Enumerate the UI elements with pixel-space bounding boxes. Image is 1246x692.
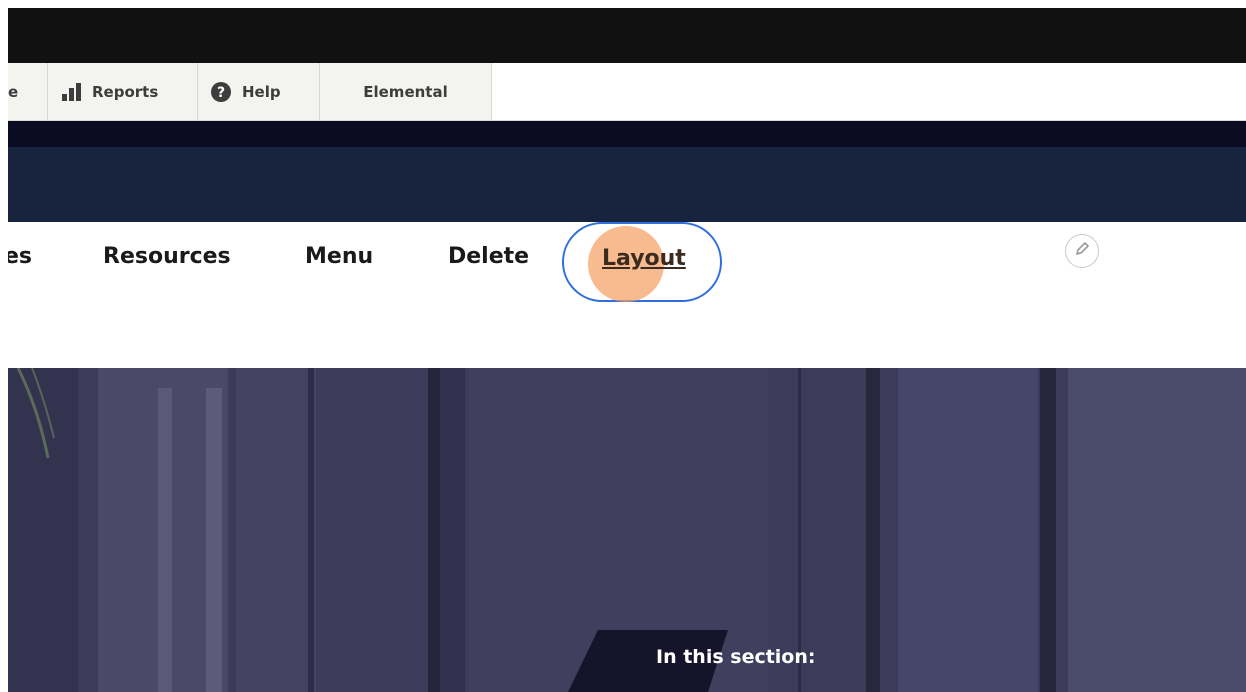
tab-resources[interactable]: Resources	[103, 244, 231, 269]
help-circle-icon: ?	[210, 81, 232, 103]
toolbar-item-help[interactable]: ? Help	[198, 63, 320, 120]
toolbar-item-elemental-label: Elemental	[363, 82, 448, 101]
tab-layout[interactable]: Layout	[602, 246, 686, 271]
admin-toolbar: e Reports ? Help Elemental	[8, 63, 1246, 121]
tab-delete[interactable]: Delete	[448, 244, 529, 269]
top-bar	[8, 8, 1246, 63]
svg-text:?: ?	[217, 85, 225, 101]
hero-banner: In this section:	[8, 368, 1246, 692]
tab-layout-highlight[interactable]: Layout	[562, 222, 722, 302]
section-heading: In this section:	[656, 646, 816, 668]
pencil-icon	[1073, 240, 1091, 263]
toolbar-item-partial-label: e	[8, 82, 19, 101]
page-tabs: es Resources Menu Delete Layout	[8, 222, 1246, 368]
app-frame: e Reports ? Help Elemental es Resources …	[8, 8, 1246, 692]
hero-background-image	[8, 368, 1246, 692]
bar-chart-icon	[60, 82, 82, 102]
header-band	[8, 147, 1246, 222]
toolbar-item-help-label: Help	[242, 82, 281, 101]
toolbar-item-elemental[interactable]: Elemental	[320, 63, 492, 120]
toolbar-item-reports[interactable]: Reports	[48, 63, 198, 120]
toolbar-item-reports-label: Reports	[92, 82, 159, 101]
edit-button[interactable]	[1065, 234, 1099, 268]
toolbar-item-partial[interactable]: e	[8, 63, 48, 120]
header-strip	[8, 121, 1246, 147]
tab-menu[interactable]: Menu	[305, 244, 373, 269]
tab-partial[interactable]: es	[8, 244, 32, 269]
